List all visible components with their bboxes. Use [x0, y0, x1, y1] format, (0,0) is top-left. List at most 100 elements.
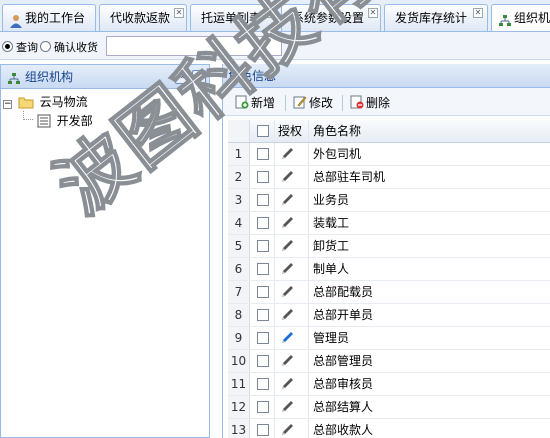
pencil-icon[interactable] [279, 422, 295, 438]
col-divider [308, 166, 309, 188]
tab-system-params[interactable]: 系统参数设置 ✕ [281, 4, 381, 31]
col-divider [274, 212, 275, 234]
pencil-icon[interactable] [279, 169, 295, 185]
query-radio[interactable] [2, 41, 13, 52]
search-input[interactable] [106, 36, 282, 56]
delete-button[interactable]: 删除 [350, 94, 390, 112]
pencil-icon[interactable] [279, 192, 295, 208]
close-icon[interactable]: ✕ [265, 8, 275, 18]
table-row[interactable]: 7 总部配载员 [228, 281, 550, 304]
row-number: 10 [228, 350, 250, 372]
pencil-icon[interactable] [279, 215, 295, 231]
org-tree-icon [498, 11, 512, 26]
table-row[interactable]: 1 外包司机 [228, 143, 550, 166]
role-name: 总部管理员 [313, 354, 374, 368]
edit-button[interactable]: 修改 [293, 94, 333, 112]
table-row[interactable]: 4 装载工 [228, 212, 550, 235]
row-checkbox[interactable] [257, 263, 269, 275]
delete-label: 删除 [366, 96, 391, 110]
row-checkbox[interactable] [257, 355, 269, 367]
tab-label: 托运单列表 [201, 11, 262, 25]
row-checkbox[interactable] [257, 378, 269, 390]
pencil-icon[interactable] [279, 353, 295, 369]
role-name: 总部配载员 [313, 285, 374, 299]
col-divider [308, 304, 309, 326]
role-toolbar: 新增 修改 删除 [223, 88, 550, 116]
close-icon[interactable]: ✕ [473, 8, 483, 18]
tab-waybill-list[interactable]: 托运单列表 ✕ [190, 4, 278, 31]
table-row[interactable]: 5 卸货工 [228, 235, 550, 258]
row-number: 1 [228, 143, 250, 165]
table-row[interactable]: 12 总部结算人 [228, 396, 550, 419]
pencil-icon[interactable] [279, 330, 295, 346]
row-number: 9 [228, 327, 250, 349]
tab-organization[interactable]: 组织机 [491, 4, 550, 31]
row-checkbox[interactable] [257, 286, 269, 298]
role-name: 总部收款人 [313, 423, 374, 437]
table-row[interactable]: 3 业务员 [228, 189, 550, 212]
row-checkbox[interactable] [257, 309, 269, 321]
confirm-receipt-radio[interactable] [40, 41, 51, 52]
org-panel: 组织机构 « ⟲ − 云马物流 开发部 [0, 64, 210, 438]
table-row[interactable]: 11 总部审核员 [228, 373, 550, 396]
role-name: 总部开单员 [313, 308, 374, 322]
close-icon[interactable]: ✕ [174, 8, 184, 18]
col-divider [308, 235, 309, 257]
tab-label: 组织机 [514, 11, 550, 25]
refresh-icon[interactable]: ⟲ [192, 70, 206, 84]
col-name-header[interactable]: 角色名称 [313, 120, 361, 142]
row-checkbox[interactable] [257, 148, 269, 160]
tab-cod-refund[interactable]: 代收款返款 ✕ [99, 4, 187, 31]
role-name: 总部驻车司机 [313, 170, 386, 184]
add-button[interactable]: 新增 [235, 94, 275, 112]
col-auth-header[interactable]: 授权 [278, 120, 302, 142]
table-row[interactable]: 2 总部驻车司机 [228, 166, 550, 189]
pencil-icon[interactable] [279, 146, 295, 162]
pencil-icon[interactable] [279, 261, 295, 277]
row-checkbox[interactable] [257, 401, 269, 413]
col-divider [274, 166, 275, 188]
row-number: 11 [228, 373, 250, 395]
role-panel-title: 角色信息 [228, 69, 277, 83]
query-radio-label: 查询 [16, 41, 38, 54]
minus-icon[interactable]: − [3, 100, 12, 109]
col-divider [308, 189, 309, 211]
table-row[interactable]: 9 管理员 [228, 327, 550, 350]
table-row[interactable]: 6 制单人 [228, 258, 550, 281]
user-icon [9, 11, 23, 28]
add-label: 新增 [251, 96, 276, 110]
pencil-icon[interactable] [279, 284, 295, 300]
table-row[interactable]: 13 总部收款人 [228, 419, 550, 438]
role-name: 卸货工 [313, 239, 350, 253]
row-checkbox[interactable] [257, 171, 269, 183]
pencil-icon[interactable] [279, 399, 295, 415]
table-row[interactable]: 10 总部管理员 [228, 350, 550, 373]
pencil-icon[interactable] [279, 238, 295, 254]
row-checkbox[interactable] [257, 194, 269, 206]
row-checkbox[interactable] [257, 240, 269, 252]
role-panel: 角色信息 新增 修改 删除 授权 角色名称 1 外包司机 2 总部驻车司机 3 … [222, 64, 550, 438]
col-divider [308, 258, 309, 280]
col-divider [274, 419, 275, 438]
row-number: 7 [228, 281, 250, 303]
collapse-icon[interactable]: « [175, 70, 189, 84]
col-divider [308, 120, 309, 142]
table-row[interactable]: 8 总部开单员 [228, 304, 550, 327]
close-icon[interactable]: ✕ [368, 8, 378, 18]
tree-node-root[interactable]: − 云马物流 [3, 93, 203, 111]
col-divider [308, 419, 309, 438]
col-divider [274, 189, 275, 211]
tab-workbench[interactable]: 我的工作台 [2, 4, 96, 31]
select-all-checkbox[interactable] [257, 125, 269, 137]
col-divider [274, 143, 275, 165]
tree-node-dev[interactable]: 开发部 [23, 111, 123, 129]
pencil-icon[interactable] [279, 376, 295, 392]
col-divider [274, 258, 275, 280]
row-checkbox[interactable] [257, 217, 269, 229]
tab-stock-stats[interactable]: 发货库存统计 ✕ [384, 4, 488, 31]
row-checkbox[interactable] [257, 332, 269, 344]
row-checkbox[interactable] [257, 424, 269, 436]
col-divider [308, 212, 309, 234]
grid-header: 授权 角色名称 [228, 120, 550, 143]
pencil-icon[interactable] [279, 307, 295, 323]
